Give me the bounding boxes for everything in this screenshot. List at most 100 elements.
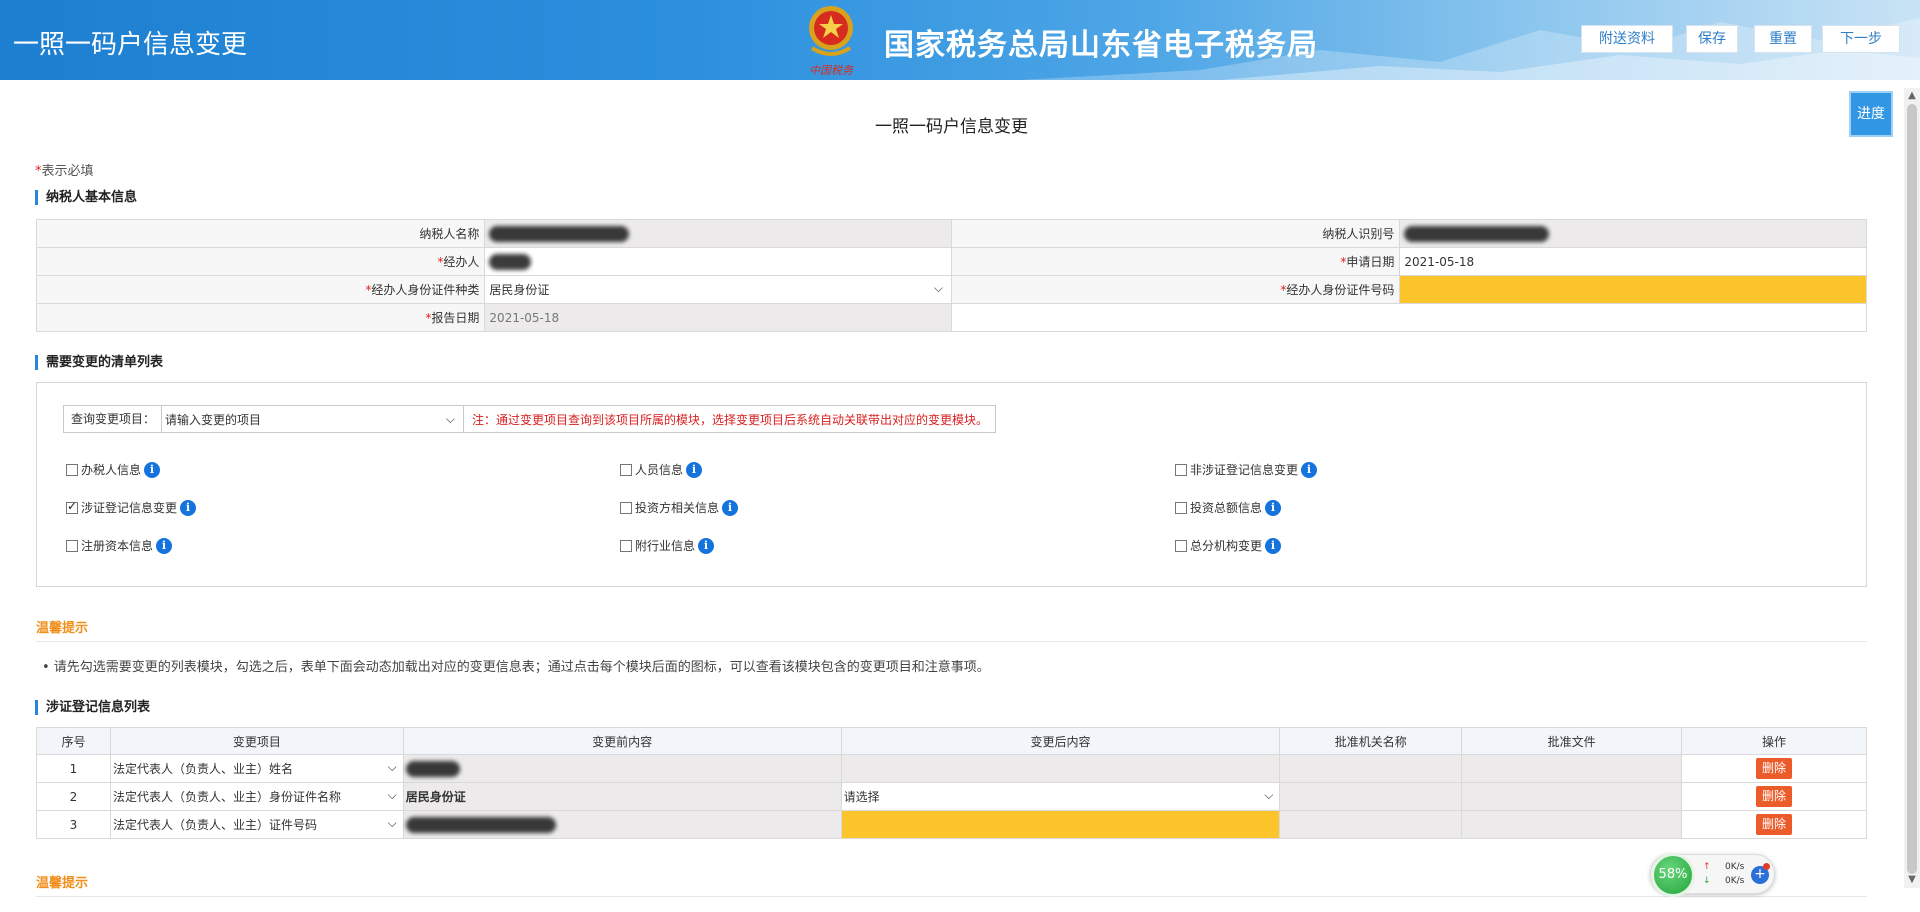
attach-materials-button[interactable]: 附送资料 [1581, 25, 1673, 53]
id-type-label: *经办人身份证件种类 [35, 275, 486, 304]
row-number: 3 [36, 810, 111, 839]
tips-title-2: 温馨提示 [36, 876, 89, 891]
app-title: 一照一码户信息变更 [13, 30, 248, 60]
info-icon[interactable]: i [1301, 461, 1318, 478]
tips-title: 温馨提示 [36, 621, 89, 636]
site-title: 国家税务总局山东省电子税务局 [884, 28, 1318, 63]
query-label: 查询变更项目： [64, 406, 162, 432]
info-icon[interactable]: i [686, 461, 703, 478]
redacted-mark [405, 760, 460, 777]
memory-gauge[interactable]: 58% [1651, 853, 1695, 897]
notification-dot [1763, 863, 1770, 870]
taxpayer-name-value [484, 219, 952, 248]
row-number: 1 [36, 754, 111, 783]
before-content: 居民身份证 [402, 782, 842, 811]
network-speed-widget[interactable]: 58% ↑ 0K/s ↓ 0K/s + [1650, 853, 1775, 897]
info-icon[interactable]: i [1265, 537, 1282, 554]
scroll-down-icon[interactable]: ▼ [1907, 874, 1917, 885]
after-content[interactable] [840, 754, 1281, 783]
apply-date-label: *申请日期 [950, 247, 1401, 276]
table-header-row: 序号 变更项目 变更前内容 变更后内容 批准机关名称 批准文件 操作 [36, 727, 1867, 755]
chevron-down-icon: ⌵ [387, 816, 397, 830]
info-icon[interactable]: i [156, 537, 173, 554]
checkbox-item[interactable]: 投资方相关信息 i [620, 499, 739, 516]
checkbox[interactable] [66, 539, 78, 552]
chevron-down-icon: ⌵ [445, 411, 455, 426]
checkbox[interactable] [1175, 501, 1187, 514]
arrow-down-icon: ↓ [1703, 876, 1711, 886]
emblem-caption: 中国税务 [809, 64, 854, 77]
info-icon[interactable]: i [180, 499, 197, 516]
table-row: 1 法定代表人（负责人、业主）姓名 ⌵ 删除 [36, 754, 1867, 783]
reset-button[interactable]: 重置 [1754, 25, 1812, 53]
chevron-down-icon: ⌵ [1264, 788, 1274, 802]
checkbox[interactable] [66, 463, 78, 476]
after-content-input[interactable] [840, 810, 1281, 839]
approval-document[interactable] [1461, 754, 1683, 783]
column-header: 批准机关名称 [1279, 727, 1463, 755]
redacted-mark [1404, 225, 1550, 242]
upload-speed: ↑ 0K/s [1703, 862, 1745, 872]
change-list-box: 查询变更项目： 请输入变更的项目 ⌵ 注：通过变更项目查询到该项目所属的模块，选择… [36, 382, 1867, 587]
approval-authority[interactable] [1279, 754, 1463, 783]
apply-date-field[interactable]: 2021-05-18 [1399, 247, 1867, 276]
checkbox-item[interactable]: 投资总额信息 i [1175, 499, 1282, 516]
before-content [402, 754, 842, 783]
scroll-up-icon[interactable]: ▲ [1907, 90, 1917, 101]
change-item-select[interactable]: 法定代表人（负责人、业主）证件号码 ⌵ [109, 810, 404, 839]
basic-info-table: 纳税人名称 纳税人识别号 *经办人 *申请日期 2021-05-18 *经办人身… [35, 219, 1868, 332]
required-note: *表示必填 [35, 164, 94, 179]
info-icon[interactable]: i [698, 537, 715, 554]
save-button[interactable]: 保存 [1686, 25, 1738, 53]
checkbox-item[interactable]: 涉证登记信息变更i [66, 499, 197, 516]
checkbox-item[interactable]: 办税人信息 i [66, 461, 161, 478]
approval-authority[interactable] [1279, 810, 1463, 839]
divider [36, 896, 1867, 897]
id-number-label: *经办人身份证件号码 [950, 275, 1401, 304]
checkbox-item[interactable]: 人员信息 i [620, 461, 703, 478]
checkbox[interactable] [620, 501, 632, 514]
handler-input[interactable] [484, 247, 952, 276]
download-speed: ↓ 0K/s [1703, 876, 1745, 886]
tax-emblem-icon: 中国税务 [809, 6, 854, 77]
next-step-button[interactable]: 下一步 [1822, 25, 1900, 53]
chevron-down-icon: ⌵ [387, 760, 397, 774]
checkbox-item[interactable]: 非涉证登记信息变更 i [1175, 461, 1318, 478]
header-bar: 一照一码户信息变更 中国税务 国家税务总局山东省电子税务局 附送资料 保存 重置… [0, 0, 1920, 80]
approval-document[interactable] [1461, 782, 1683, 811]
change-item-select[interactable]: 法定代表人（负责人、业主）姓名 ⌵ [109, 754, 404, 783]
checkbox-item[interactable]: 注册资本信息 i [66, 537, 173, 554]
change-item-select[interactable]: 法定代表人（负责人、业主）身份证件名称 ⌵ [109, 782, 404, 811]
vertical-scrollbar[interactable]: ▲ ▼ [1904, 88, 1920, 888]
query-note: 注：通过变更项目查询到该项目所属的模块，选择变更项目后系统自动关联带出对应的变更… [472, 412, 989, 427]
column-header: 变更项目 [109, 727, 404, 755]
delete-button[interactable]: 删除 [1756, 814, 1793, 835]
row-number: 2 [36, 782, 111, 811]
checkbox-item[interactable]: 总分机构变更 i [1175, 537, 1282, 554]
checkbox-checked[interactable] [66, 499, 78, 514]
checkbox[interactable] [1175, 539, 1187, 552]
approval-document[interactable] [1461, 810, 1683, 839]
delete-button[interactable]: 删除 [1756, 758, 1793, 779]
approval-authority[interactable] [1279, 782, 1463, 811]
registration-title: 涉证登记信息列表 [35, 700, 150, 715]
after-content-select[interactable]: 请选择 ⌵ [840, 782, 1281, 811]
id-type-select[interactable]: 居民身份证 ⌵ [484, 275, 952, 304]
column-header: 批准文件 [1461, 727, 1683, 755]
checkbox-item[interactable]: 附行业信息 i [620, 537, 715, 554]
chevron-down-icon: ⌵ [387, 788, 397, 802]
checkbox[interactable] [1175, 463, 1187, 476]
column-header: 序号 [36, 727, 111, 755]
info-icon[interactable]: i [144, 461, 161, 478]
report-date-label: *报告日期 [35, 303, 486, 332]
empty-cell [950, 303, 1868, 332]
checkbox[interactable] [620, 539, 632, 552]
scrollbar-thumb[interactable] [1907, 104, 1917, 874]
info-icon[interactable]: i [1265, 499, 1282, 516]
checkbox[interactable] [620, 463, 632, 476]
query-select[interactable]: 请输入变更的项目 ⌵ [162, 406, 464, 432]
taxpayer-name-label: 纳税人名称 [35, 219, 486, 248]
id-number-input[interactable] [1399, 275, 1867, 304]
delete-button[interactable]: 删除 [1756, 786, 1793, 807]
info-icon[interactable]: i [722, 499, 739, 516]
